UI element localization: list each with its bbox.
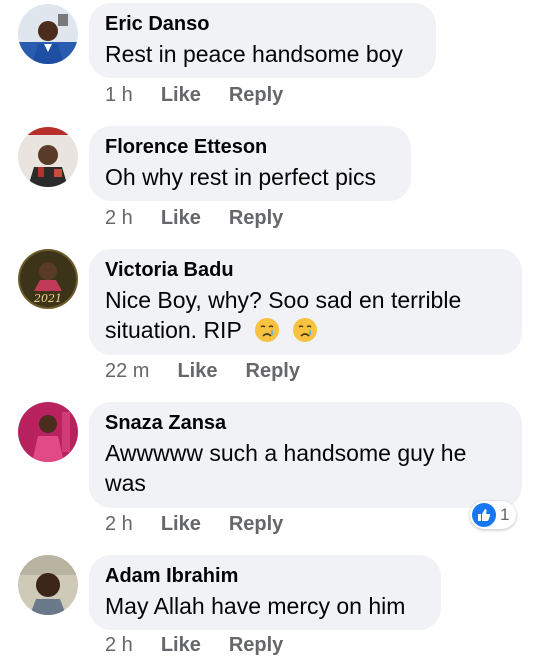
comment-actions: 22 m Like Reply [105, 358, 328, 384]
comment-bubble: Victoria Badu Nice Boy, why? Soo sad en … [89, 249, 522, 355]
comment-text-line: Awwwww such a handsome guy he [105, 440, 467, 466]
avatar[interactable] [18, 127, 78, 187]
comment-bubble: Florence Etteson Oh why rest in perfect … [89, 126, 411, 201]
avatar[interactable] [18, 402, 78, 462]
reply-button[interactable]: Reply [229, 207, 283, 230]
comment-text-line: was [105, 470, 146, 496]
avatar[interactable]: 2021 [18, 249, 78, 309]
crying-face-icon [254, 318, 279, 342]
comment-text: Rest in peace handsome boy [105, 41, 403, 67]
comment-text: Awwwww such a handsome guy he was [105, 438, 506, 498]
reply-button[interactable]: Reply [246, 360, 300, 383]
thumbs-up-icon [472, 503, 496, 527]
comment-timestamp[interactable]: 2 h [105, 207, 133, 230]
comment-text: Oh why rest in perfect pics [105, 164, 376, 190]
comment-bubble: Snaza Zansa Awwwww such a handsome guy h… [89, 402, 522, 508]
comment-author[interactable]: Eric Danso [105, 12, 420, 36]
comment-actions: 2 h Like Reply [105, 511, 311, 537]
comment-timestamp[interactable]: 22 m [105, 360, 149, 383]
reply-button[interactable]: Reply [229, 634, 283, 657]
like-button[interactable]: Like [161, 207, 201, 230]
comment-timestamp[interactable]: 1 h [105, 84, 133, 107]
comment-timestamp[interactable]: 2 h [105, 513, 133, 536]
comment-text-line: situation. RIP [105, 317, 242, 343]
comment-text: Nice Boy, why? Soo sad en terrible situa… [105, 285, 506, 345]
comment-author[interactable]: Adam Ibrahim [105, 564, 425, 588]
comment-actions: 2 h Like Reply [105, 632, 311, 658]
comment-author[interactable]: Snaza Zansa [105, 411, 506, 435]
avatar[interactable] [18, 4, 78, 64]
comment-text: May Allah have mercy on him [105, 593, 406, 619]
like-button[interactable]: Like [177, 360, 217, 383]
avatar-caption: 2021 [33, 292, 62, 305]
avatar[interactable] [18, 555, 78, 615]
crying-face-icon [293, 318, 318, 342]
like-button[interactable]: Like [161, 513, 201, 536]
comment-actions: 2 h Like Reply [105, 205, 311, 231]
like-button[interactable]: Like [161, 84, 201, 107]
comment-bubble: Adam Ibrahim May Allah have mercy on him [89, 555, 441, 630]
reaction-count: 1 [500, 505, 510, 524]
comment-text-line: Nice Boy, why? Soo sad en terrible [105, 287, 462, 313]
comment-author[interactable]: Florence Etteson [105, 135, 395, 159]
comment-bubble: Eric Danso Rest in peace handsome boy [89, 3, 436, 78]
comment-author[interactable]: Victoria Badu [105, 258, 506, 282]
comment-timestamp[interactable]: 2 h [105, 634, 133, 657]
comment-actions: 1 h Like Reply [105, 82, 311, 108]
reply-button[interactable]: Reply [229, 84, 283, 107]
reaction-summary[interactable]: 1 [470, 501, 517, 529]
like-button[interactable]: Like [161, 634, 201, 657]
reply-button[interactable]: Reply [229, 513, 283, 536]
